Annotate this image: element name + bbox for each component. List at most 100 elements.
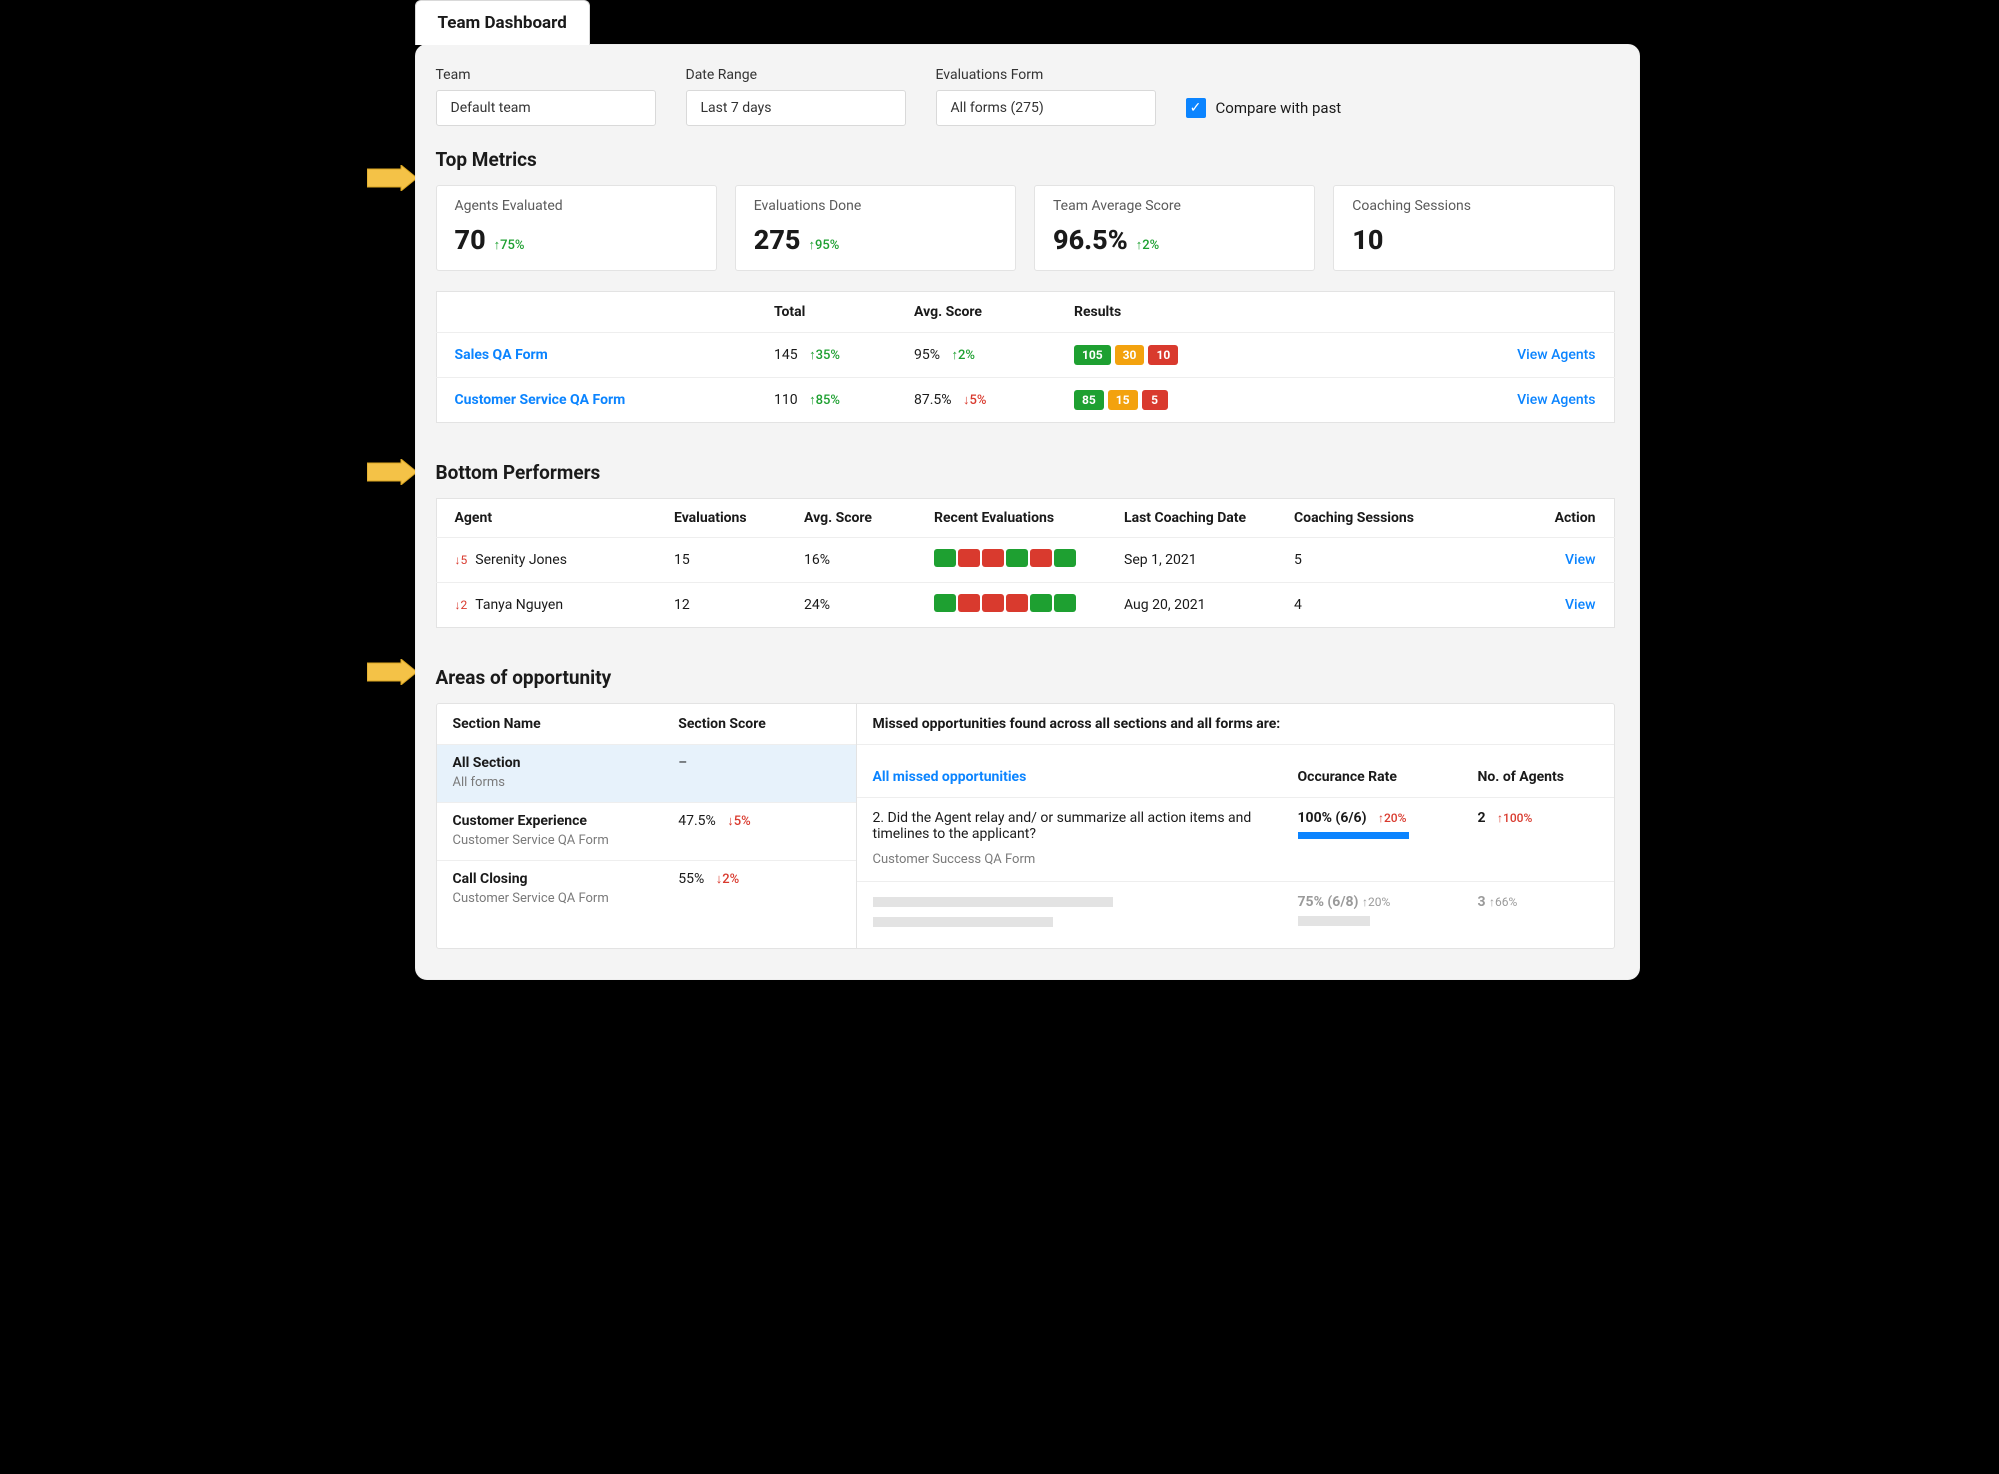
section-form: Customer Service QA Form (453, 833, 679, 848)
callout-arrow-bottom-performers (367, 459, 417, 485)
eval-result-square (934, 549, 956, 567)
missed-opportunity-row: 2. Did the Agent relay and/ or summarize… (857, 798, 1614, 882)
eval-result-square (1054, 594, 1076, 612)
opportunity-description: Missed opportunities found across all se… (857, 704, 1614, 745)
agent-avg: 16% (786, 538, 916, 583)
section-delta: ↓5% (727, 814, 750, 829)
form-avg-delta: ↓5% (963, 393, 986, 408)
table-row: ↓5 Serenity Jones 1516% Sep 1, 20215 View (436, 538, 1614, 583)
section-score: – (678, 755, 687, 771)
opportunity-section-row[interactable]: Customer ExperienceCustomer Service QA F… (437, 803, 856, 861)
view-agents-link[interactable]: View Agents (1517, 347, 1595, 363)
forms-table: Total Avg. Score Results Sales QA Form14… (436, 291, 1615, 423)
form-avg: 87.5% (914, 392, 952, 408)
rate-delta: ↑20% (1378, 811, 1406, 825)
opportunity-panel: Section Name Section Score All SectionAl… (436, 703, 1615, 949)
rate-delta: ↑20% (1362, 895, 1390, 909)
table-row: Customer Service QA Form 110 ↑85% 87.5% ↓5… (436, 378, 1614, 423)
team-select[interactable]: Default team (436, 90, 656, 126)
date-range-select[interactable]: Last 7 days (686, 90, 906, 126)
rank-change: ↓5 (455, 553, 468, 567)
agent-evals: 12 (656, 583, 786, 628)
col-section-name: Section Name (453, 716, 679, 732)
view-link[interactable]: View (1565, 552, 1596, 568)
form-total: 145 (774, 347, 798, 363)
agent-name: Tanya Nguyen (475, 597, 563, 613)
eval-result-square (1006, 594, 1028, 612)
metric-card: Team Average Score96.5%↑2% (1034, 185, 1315, 271)
tab-team-dashboard[interactable]: Team Dashboard (415, 0, 590, 45)
placeholder-bar (1298, 916, 1370, 926)
opportunity-sections-list: Section Name Section Score All SectionAl… (437, 704, 857, 948)
opportunity-heading: Areas of opportunity (436, 666, 1615, 689)
eval-result-square (1054, 549, 1076, 567)
agent-avg: 24% (786, 583, 916, 628)
col-recent-evals: Recent Evaluations (916, 499, 1106, 538)
eval-result-square (1030, 594, 1052, 612)
rank-change: ↓2 (455, 598, 468, 612)
metric-label: Coaching Sessions (1352, 198, 1595, 214)
agent-delta: ↑66% (1489, 895, 1517, 909)
metric-label: Agents Evaluated (455, 198, 698, 214)
view-link[interactable]: View (1565, 597, 1596, 613)
form-select[interactable]: All forms (275) (936, 90, 1156, 126)
team-label: Team (436, 67, 656, 83)
view-agents-link[interactable]: View Agents (1517, 392, 1595, 408)
col-no-agents: No. of Agents (1478, 757, 1598, 785)
rate-bar (1298, 832, 1410, 839)
col-missed-opportunities[interactable]: All missed opportunities (873, 757, 1298, 785)
result-pass-count: 85 (1074, 390, 1104, 410)
form-total-delta: ↑85% (809, 393, 840, 408)
section-form: Customer Service QA Form (453, 891, 679, 906)
metrics-row: Agents Evaluated70↑75%Evaluations Done27… (436, 185, 1615, 271)
agent-sessions: 5 (1276, 538, 1446, 583)
top-metrics-heading: Top Metrics (436, 148, 1615, 171)
opportunity-section-row[interactable]: All Section All forms – (437, 745, 856, 803)
section-score: 47.5% (678, 813, 716, 829)
form-total: 110 (774, 392, 798, 408)
dashboard-panel: Team Default team Date Range Last 7 days… (415, 44, 1640, 980)
col-results: Results (1056, 292, 1484, 333)
form-avg-delta: ↑2% (951, 348, 974, 363)
metric-label: Team Average Score (1053, 198, 1296, 214)
placeholder-bar (873, 897, 1113, 907)
section-title: Call Closing (453, 871, 679, 887)
col-action: Action (1446, 499, 1614, 538)
metric-card: Coaching Sessions 10 (1333, 185, 1614, 271)
compare-label: Compare with past (1216, 99, 1342, 117)
result-warn-count: 15 (1108, 390, 1138, 410)
missed-opportunity-row: 75% (6/8) ↑20%3 ↑66% (857, 882, 1614, 948)
section-delta: ↓2% (716, 872, 739, 887)
agent-recent (916, 538, 1106, 583)
opportunity-section-row[interactable]: Call ClosingCustomer Service QA Form55% … (437, 861, 856, 918)
occurrence-rate: 100% (6/6) (1298, 810, 1367, 826)
agent-name: Serenity Jones (475, 552, 567, 568)
metric-card: Agents Evaluated70↑75% (436, 185, 717, 271)
col-avg-score: Avg. Score (786, 499, 916, 538)
agent-evals: 15 (656, 538, 786, 583)
col-evaluations: Evaluations (656, 499, 786, 538)
metric-value: 96.5% (1053, 224, 1128, 256)
agent-delta: ↑100% (1497, 811, 1532, 825)
check-icon: ✓ (1186, 98, 1206, 118)
agent-last-coach: Aug 20, 2021 (1106, 583, 1276, 628)
table-row: ↓2 Tanya Nguyen 1224% Aug 20, 20214 View (436, 583, 1614, 628)
form-link[interactable]: Customer Service QA Form (455, 392, 626, 408)
agent-count: 2 (1478, 810, 1486, 826)
eval-result-square (982, 594, 1004, 612)
eval-result-square (958, 594, 980, 612)
eval-result-square (1030, 549, 1052, 567)
agent-last-coach: Sep 1, 2021 (1106, 538, 1276, 583)
result-warn-count: 30 (1115, 345, 1145, 365)
metric-value: 275 (754, 224, 801, 256)
opportunity-detail: Missed opportunities found across all se… (857, 704, 1614, 948)
section-form: All forms (453, 775, 679, 790)
section-title: All Section (453, 755, 679, 771)
form-link[interactable]: Sales QA Form (455, 347, 548, 363)
compare-checkbox[interactable]: ✓ Compare with past (1186, 98, 1342, 126)
question-form: Customer Success QA Form (873, 852, 1286, 867)
form-total-delta: ↑35% (809, 348, 840, 363)
result-pass-count: 105 (1074, 345, 1111, 365)
agent-sessions: 4 (1276, 583, 1446, 628)
metric-value: 10 (1352, 224, 1383, 256)
